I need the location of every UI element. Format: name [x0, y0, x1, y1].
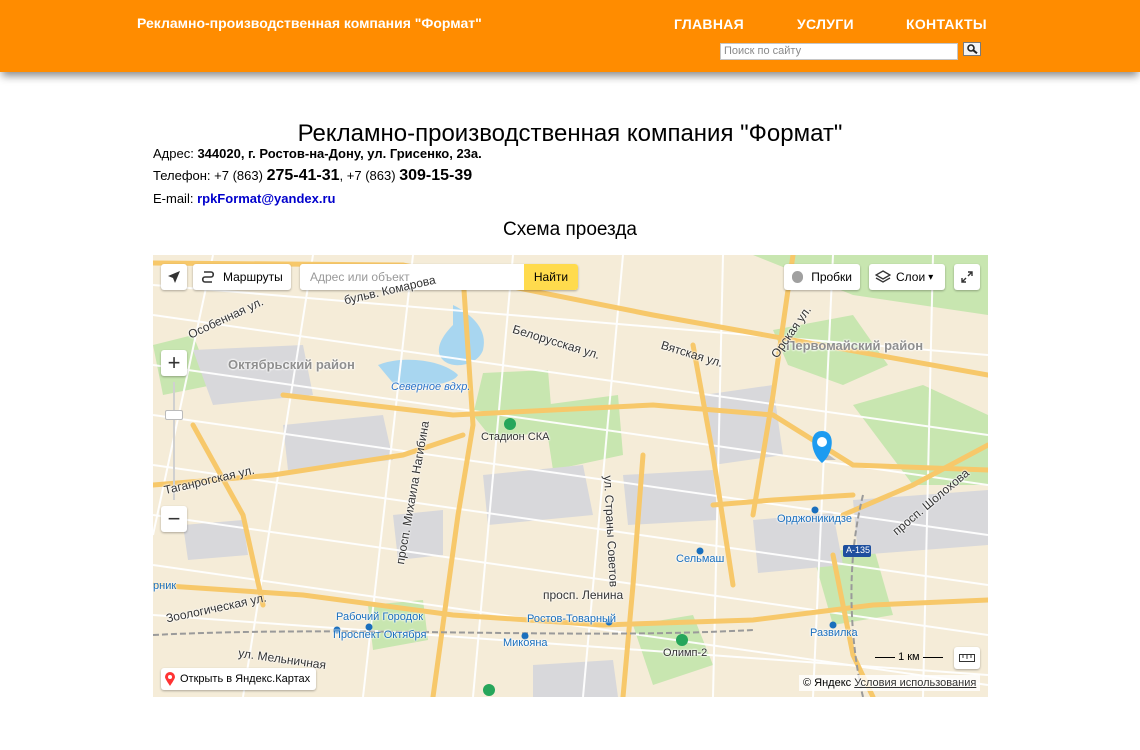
map-canvas[interactable] — [153, 255, 988, 697]
fullscreen-button[interactable] — [954, 264, 980, 290]
layers-button[interactable]: Слои ▾ — [869, 264, 945, 290]
phone1-number: 275-41-31 — [266, 167, 340, 184]
district-label-oktyabrsky: Октябрьский район — [228, 357, 355, 372]
zoom-out-button[interactable]: − — [161, 506, 187, 532]
zoom-slider-handle[interactable] — [165, 410, 183, 420]
open-in-yandex-maps[interactable]: Открыть в Яндекс.Картах — [161, 668, 317, 690]
station-label: Рабочий Городок — [336, 611, 424, 623]
ruler-icon — [959, 654, 975, 662]
place-label: Олимп-2 — [663, 647, 708, 659]
layers-label: Слои — [896, 270, 926, 284]
map-pin-icon — [165, 672, 175, 686]
chevron-down-icon: ▾ — [928, 271, 934, 283]
phone-label: Телефон: — [153, 168, 211, 183]
address-value: 344020, г. Ростов-на-Дону, ул. Грисенко,… — [197, 146, 482, 161]
address-line: Адрес: 344020, г. Ростов-на-Дону, ул. Гр… — [153, 146, 482, 161]
traffic-label: Пробки — [811, 270, 852, 284]
zoom-in-button[interactable]: + — [161, 350, 187, 376]
layers-icon — [875, 270, 891, 283]
station-label: Сельмаш — [676, 553, 725, 565]
geolocation-button[interactable] — [161, 264, 187, 290]
page-title: Рекламно-производственная компания "Форм… — [297, 120, 843, 148]
station-label: Ростов-Товарный — [527, 613, 617, 625]
phone-line: Телефон: +7 (863) 275-41-31, +7 (863) 30… — [153, 167, 472, 185]
zoom-control: + − — [161, 350, 187, 532]
site-search-input[interactable] — [720, 42, 958, 60]
main-nav: ГЛАВНАЯ УСЛУГИ КОНТАКТЫ — [0, 16, 1140, 34]
routes-label: Маршруты — [223, 270, 283, 284]
traffic-button[interactable]: Пробки — [784, 264, 860, 290]
map-find-button[interactable]: Найти — [524, 264, 578, 290]
site-search — [720, 41, 981, 60]
nav-item-services[interactable]: УСЛУГИ — [797, 16, 854, 32]
nav-item-home[interactable]: ГЛАВНАЯ — [674, 16, 744, 32]
map-scale: 1 км — [875, 651, 943, 663]
stadium-label: Стадион СКА — [481, 431, 550, 443]
nav-item-contacts[interactable]: КОНТАКТЫ — [906, 16, 987, 32]
ruler-button[interactable] — [954, 647, 980, 669]
address-label: Адрес: — [153, 146, 194, 161]
expand-icon — [961, 271, 973, 283]
district-label-pervomaisky: Первомайский район — [786, 338, 924, 353]
station-label: Микояна — [503, 637, 548, 649]
geolocation-arrow-icon — [168, 271, 180, 283]
map-address-search: Найти — [300, 264, 578, 290]
routes-button[interactable]: Маршруты — [193, 264, 291, 290]
directions-title: Схема проезда — [502, 219, 637, 240]
email-link[interactable]: rpkFormat@yandex.ru — [197, 191, 335, 206]
reservoir-label: Северное вдхр. — [391, 381, 471, 393]
search-icon — [967, 44, 978, 54]
map-copyright: © Яндекс Условия использования — [799, 675, 981, 691]
station-label: рник — [153, 580, 177, 592]
station-label: Орджоникидзе — [777, 513, 852, 525]
site-header: Рекламно-производственная компания "Форм… — [0, 0, 1140, 72]
route-icon — [201, 271, 215, 283]
email-label: E-mail: — [153, 191, 194, 206]
station-label: Проспект Октября — [333, 629, 427, 641]
street-label: просп. Ленина — [543, 588, 624, 602]
email-line: E-mail: rpkFormat@yandex.ru — [153, 191, 335, 206]
office-location-pin-icon[interactable] — [812, 431, 836, 463]
open-in-yandex-label: Открыть в Яндекс.Картах — [180, 673, 311, 685]
yandex-map[interactable]: Маршруты Найти Пробки Слои ▾ + − Октябрь… — [153, 255, 988, 697]
highway-label: A-135 — [846, 545, 871, 555]
phone1-prefix: +7 (863) — [214, 168, 263, 183]
phone2-prefix: +7 (863) — [346, 168, 396, 183]
station-label: Развилка — [810, 627, 858, 639]
traffic-icon — [792, 271, 804, 283]
phone-separator: , — [339, 168, 344, 183]
phone2-number: 309-15-39 — [399, 167, 473, 184]
site-search-button[interactable] — [963, 42, 981, 56]
scale-label: 1 км — [898, 651, 920, 663]
copyright-label: © Яндекс — [803, 677, 852, 689]
terms-link[interactable]: Условия использования — [854, 677, 976, 689]
